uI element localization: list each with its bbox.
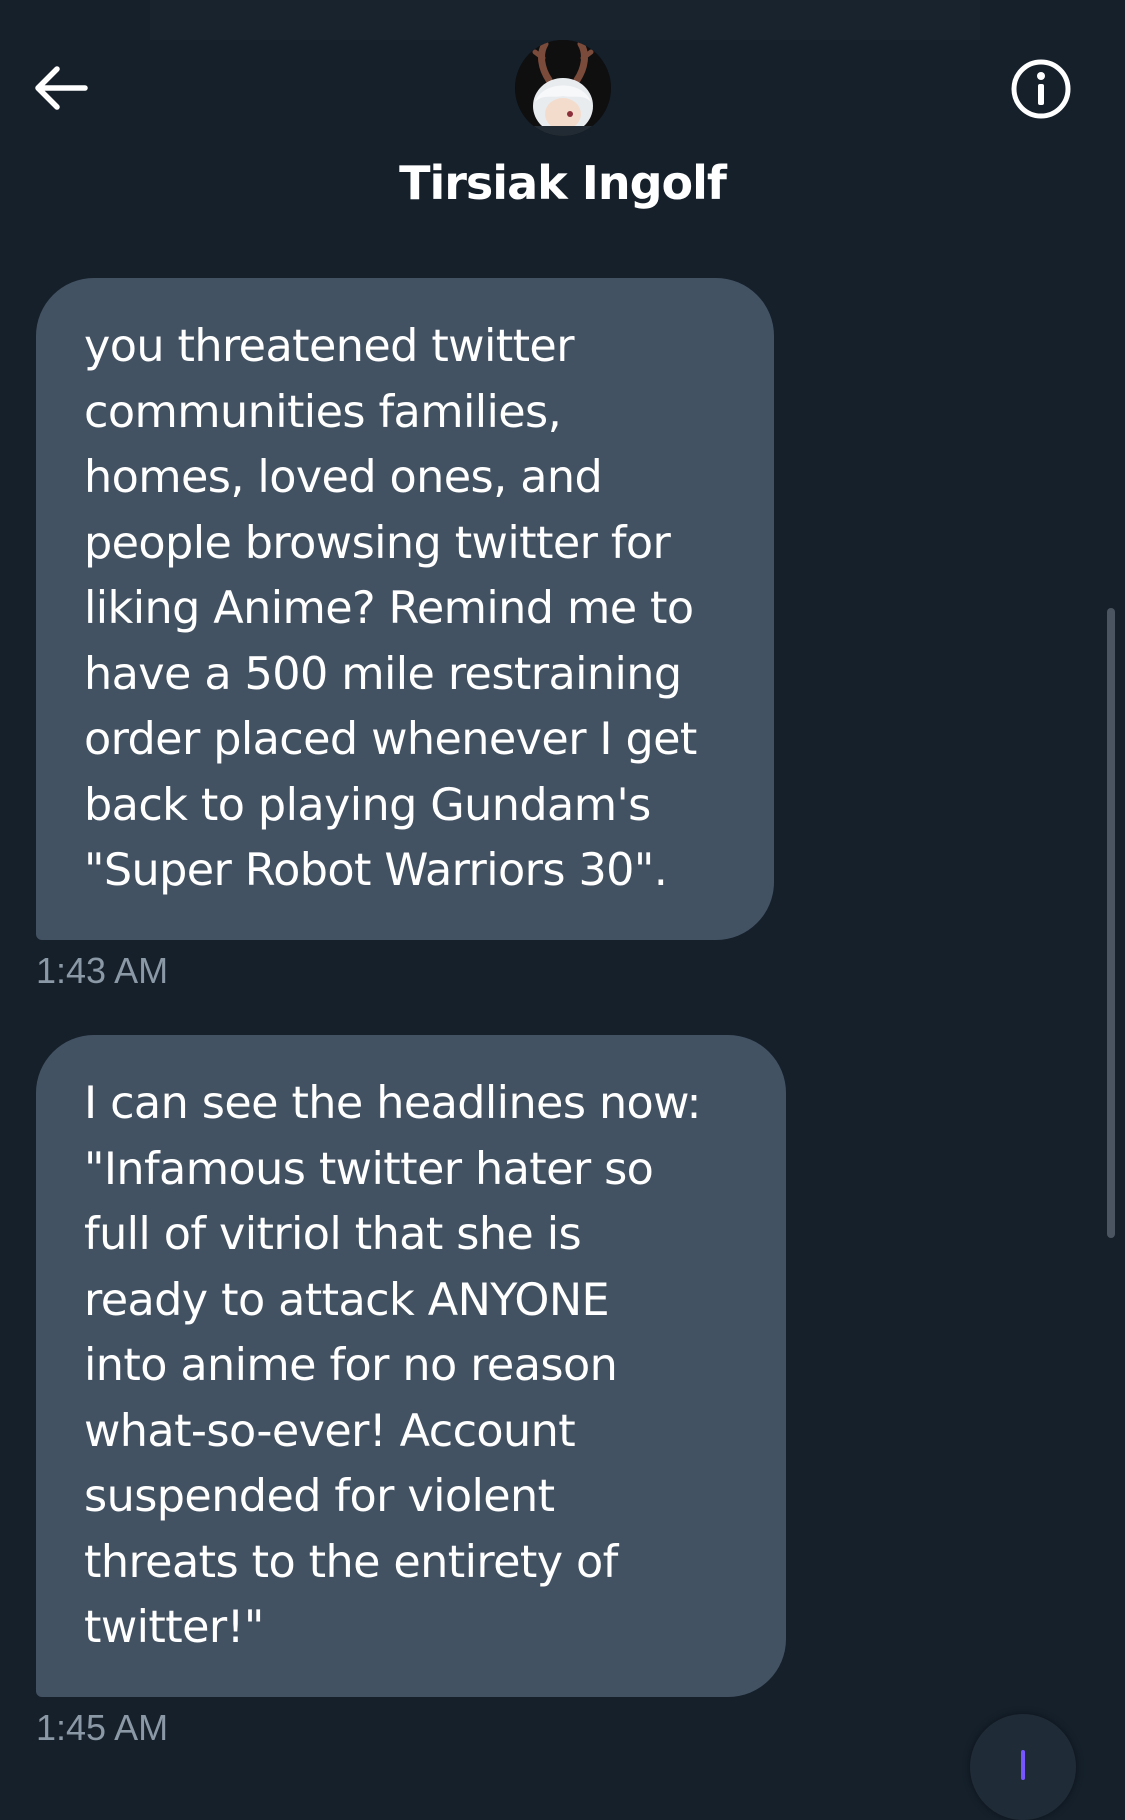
arrow-down-icon <box>1021 1750 1025 1780</box>
status-area <box>150 0 980 40</box>
info-circle-icon <box>1011 59 1071 119</box>
anime-character-avatar-image <box>515 40 611 136</box>
back-button[interactable] <box>28 58 94 118</box>
scrollbar-thumb[interactable] <box>1107 608 1115 1238</box>
message-bubble[interactable]: you threatened twitter communities famil… <box>36 278 774 940</box>
info-button[interactable] <box>1008 56 1074 122</box>
arrow-left-icon <box>35 66 88 110</box>
avatar[interactable] <box>515 40 611 136</box>
message-bubble[interactable]: I can see the headlines now: "Infamous t… <box>36 1035 786 1697</box>
message-timestamp: 1:45 AM <box>36 1707 169 1748</box>
contact-name[interactable]: Tirsiak Ingolf <box>300 156 825 210</box>
message-timestamp: 1:43 AM <box>36 950 169 991</box>
scroll-to-bottom-button[interactable] <box>970 1714 1076 1820</box>
